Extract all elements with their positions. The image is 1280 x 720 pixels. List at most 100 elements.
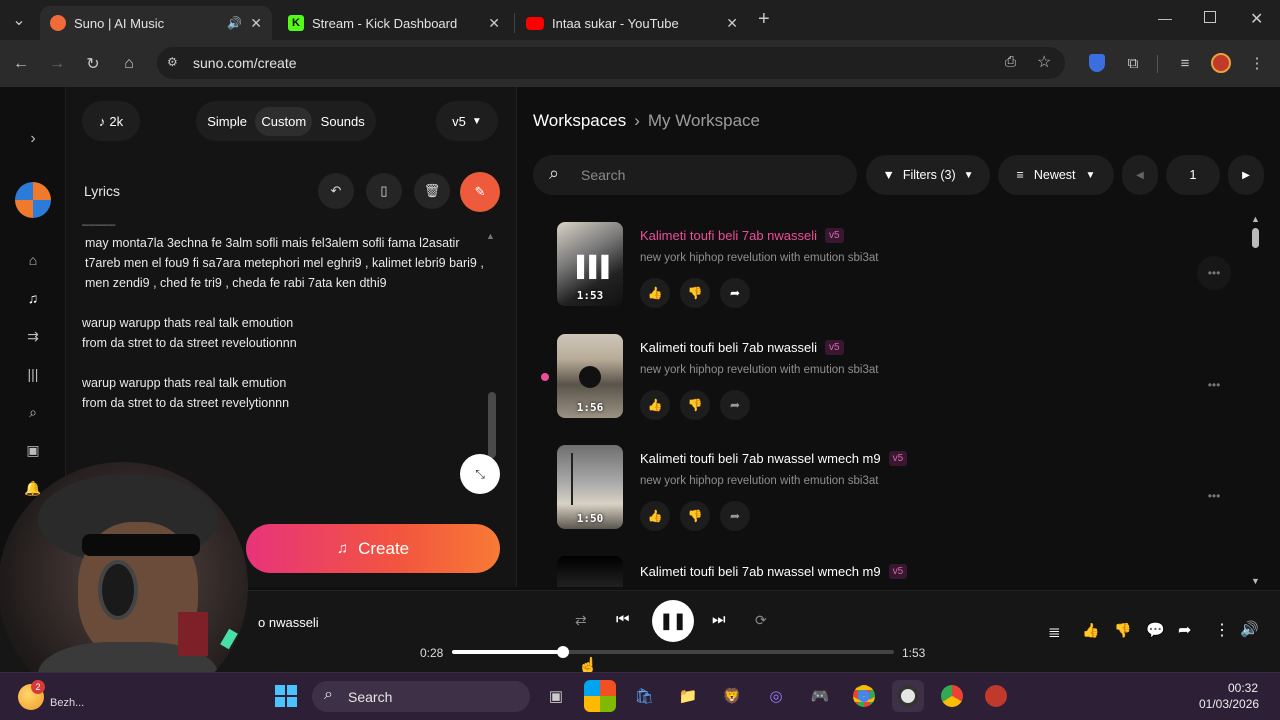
song-cover[interactable] — [557, 556, 623, 587]
more-options-icon[interactable]: ••• — [1197, 368, 1231, 402]
hooks-nav-icon[interactable]: ▣ — [21, 438, 45, 462]
song-cover[interactable]: ▌▌▌ 1:53 — [557, 222, 623, 306]
next-page-icon[interactable]: ▶ — [1228, 155, 1264, 195]
suno-logo-icon[interactable] — [15, 182, 51, 218]
undo-icon[interactable]: ↶ — [318, 173, 354, 209]
share-icon[interactable]: ➦ — [720, 501, 750, 531]
magic-wand-icon[interactable]: ✎ — [460, 172, 500, 212]
red-app-icon[interactable] — [980, 680, 1012, 712]
share-icon[interactable]: ➦ — [720, 278, 750, 308]
bookmark-icon[interactable]: ▯ — [366, 173, 402, 209]
song-title[interactable]: Kalimeti toufi beli 7ab nwasseli v5 — [640, 340, 844, 355]
clock-time[interactable]: 00:32 — [1228, 681, 1258, 695]
reload-icon[interactable]: ↻ — [80, 51, 106, 77]
more-options-icon[interactable]: ••• — [1197, 479, 1231, 513]
player-dislike-icon[interactable]: 👎 — [1114, 622, 1131, 639]
filters-button[interactable]: ▼ Filters (3) ▼ — [866, 155, 990, 195]
player-more-icon[interactable]: ⋮ — [1214, 620, 1230, 640]
taskbar-search[interactable]: ⌕ Search — [312, 681, 530, 712]
install-app-icon[interactable]: ⎙ — [1005, 53, 1016, 70]
like-icon[interactable]: 👍 — [640, 390, 670, 420]
profile-avatar-icon[interactable] — [1208, 50, 1234, 76]
chrome-profile-icon[interactable] — [936, 680, 968, 712]
studio-nav-icon[interactable]: ⇉ — [21, 324, 45, 348]
home-nav-icon[interactable]: ⌂ — [21, 248, 45, 272]
model-select[interactable]: v5 ▼ — [436, 101, 498, 141]
shield-extension-icon[interactable] — [1084, 50, 1110, 76]
minimize-icon[interactable]: — — [1158, 10, 1172, 26]
expand-sidebar-icon[interactable]: › — [21, 127, 45, 151]
page-number[interactable]: 1 — [1166, 155, 1220, 195]
chrome-icon[interactable] — [848, 680, 880, 712]
create-button[interactable]: ♫ Create — [246, 524, 500, 573]
song-row[interactable]: 1:50 Kalimeti toufi beli 7ab nwassel wme… — [557, 445, 1257, 531]
breadcrumb-workspaces[interactable]: Workspaces — [533, 111, 626, 131]
like-icon[interactable]: 👍 — [640, 501, 670, 531]
restore-icon[interactable] — [1204, 11, 1216, 23]
breadcrumb-current[interactable]: My Workspace — [648, 111, 760, 131]
address-bar[interactable]: ⚙ suno.com/create ⎙ ☆ — [157, 47, 1065, 79]
song-row[interactable]: 1:56 Kalimeti toufi beli 7ab nwasseli v5 … — [557, 334, 1257, 420]
list-scroll-down-icon[interactable]: ▼ — [1251, 576, 1260, 586]
previous-track-icon[interactable]: ⏮ — [616, 611, 630, 628]
player-like-icon[interactable]: 👍 — [1082, 622, 1099, 639]
close-tab-icon[interactable]: ✕ — [488, 15, 500, 32]
back-icon[interactable]: ← — [8, 51, 34, 77]
shuffle-icon[interactable]: ⇄ — [575, 612, 587, 629]
song-cover[interactable]: 1:56 — [557, 334, 623, 418]
mode-custom[interactable]: Custom — [255, 106, 313, 136]
scroll-up-icon[interactable]: ▲ — [486, 231, 495, 241]
mode-sounds[interactable]: Sounds — [315, 107, 371, 136]
comment-icon[interactable]: 💬 — [1146, 621, 1165, 639]
close-tab-icon[interactable]: ✕ — [250, 15, 262, 32]
clock-date[interactable]: 01/03/2026 — [1199, 697, 1259, 711]
song-title[interactable]: Kalimeti toufi beli 7ab nwassel wmech m9… — [640, 451, 908, 466]
microsoft-store-icon[interactable]: 🛍 — [628, 680, 660, 712]
prev-page-icon[interactable]: ◀ — [1122, 155, 1158, 195]
site-info-icon[interactable]: ⚙ — [167, 55, 178, 69]
discord-icon[interactable]: 🎮 — [804, 680, 836, 712]
bookmark-star-icon[interactable]: ☆ — [1037, 52, 1051, 72]
song-row[interactable]: ▌▌▌ 1:53 Kalimeti toufi beli 7ab nwassel… — [557, 222, 1257, 308]
queue-icon[interactable]: ≣ — [1048, 623, 1061, 641]
close-window-icon[interactable]: ✕ — [1250, 9, 1263, 29]
tab-kick[interactable]: K Stream - Kick Dashboard ✕ — [278, 6, 510, 40]
close-tab-icon[interactable]: ✕ — [726, 15, 738, 32]
widgets-icon[interactable] — [584, 680, 616, 712]
song-title[interactable]: Kalimeti toufi beli 7ab nwasseli v5 — [640, 228, 844, 243]
collapse-icon[interactable]: ⤡ — [460, 454, 500, 494]
repeat-icon[interactable]: ⟳ — [755, 612, 767, 629]
song-row-partial[interactable]: Kalimeti toufi beli 7ab nwassel wmech m9… — [557, 556, 1257, 587]
share-icon[interactable]: ➦ — [720, 390, 750, 420]
new-tab-icon[interactable]: + — [758, 8, 770, 31]
trash-icon[interactable]: 🗑 — [414, 173, 450, 209]
home-icon[interactable]: ⌂ — [116, 51, 142, 77]
search-input[interactable]: ⌕ Search — [533, 155, 857, 195]
dislike-icon[interactable]: 👎 — [680, 390, 710, 420]
file-explorer-icon[interactable]: 📁 — [672, 680, 704, 712]
brave-browser-icon[interactable]: 🦁 — [716, 680, 748, 712]
speaker-icon[interactable]: 🔊 — [227, 16, 242, 30]
app-circle-icon[interactable]: ◎ — [760, 680, 792, 712]
tab-suno[interactable]: Suno | AI Music 🔊 ✕ — [40, 6, 272, 40]
tab-search-icon[interactable]: ⌄ — [6, 7, 32, 33]
mode-simple[interactable]: Simple — [201, 107, 253, 136]
dislike-icon[interactable]: 👎 — [680, 501, 710, 531]
song-title[interactable]: Kalimeti toufi beli 7ab nwassel wmech m9… — [640, 564, 908, 579]
lyrics-scrollbar[interactable] — [488, 392, 496, 458]
player-share-icon[interactable]: ➦ — [1178, 620, 1191, 640]
create-nav-icon[interactable]: ♫ — [21, 286, 45, 310]
forward-icon[interactable]: → — [44, 51, 70, 77]
lyrics-paragraph-1[interactable]: may monta7la 3echna fe 3alm sofli mais f… — [82, 233, 492, 293]
pause-button[interactable]: ❚❚ — [652, 600, 694, 642]
sort-button[interactable]: ≡ Newest ▼ — [998, 155, 1114, 195]
obs-icon[interactable] — [892, 680, 924, 712]
lyrics-paragraph-2[interactable]: warup warupp thats real talk emoution fr… — [82, 313, 492, 353]
next-track-icon[interactable]: ⏭ — [712, 611, 726, 628]
windows-start-icon[interactable] — [270, 680, 302, 712]
tab-youtube[interactable]: Intaa sukar - YouTube ✕ — [516, 6, 748, 40]
list-scrollbar[interactable] — [1252, 228, 1259, 248]
extensions-puzzle-icon[interactable]: ⧉ — [1120, 50, 1146, 76]
list-scroll-up-icon[interactable]: ▲ — [1251, 214, 1260, 224]
lyrics-paragraph-3[interactable]: warup warupp thats real talk emution fro… — [82, 373, 492, 413]
